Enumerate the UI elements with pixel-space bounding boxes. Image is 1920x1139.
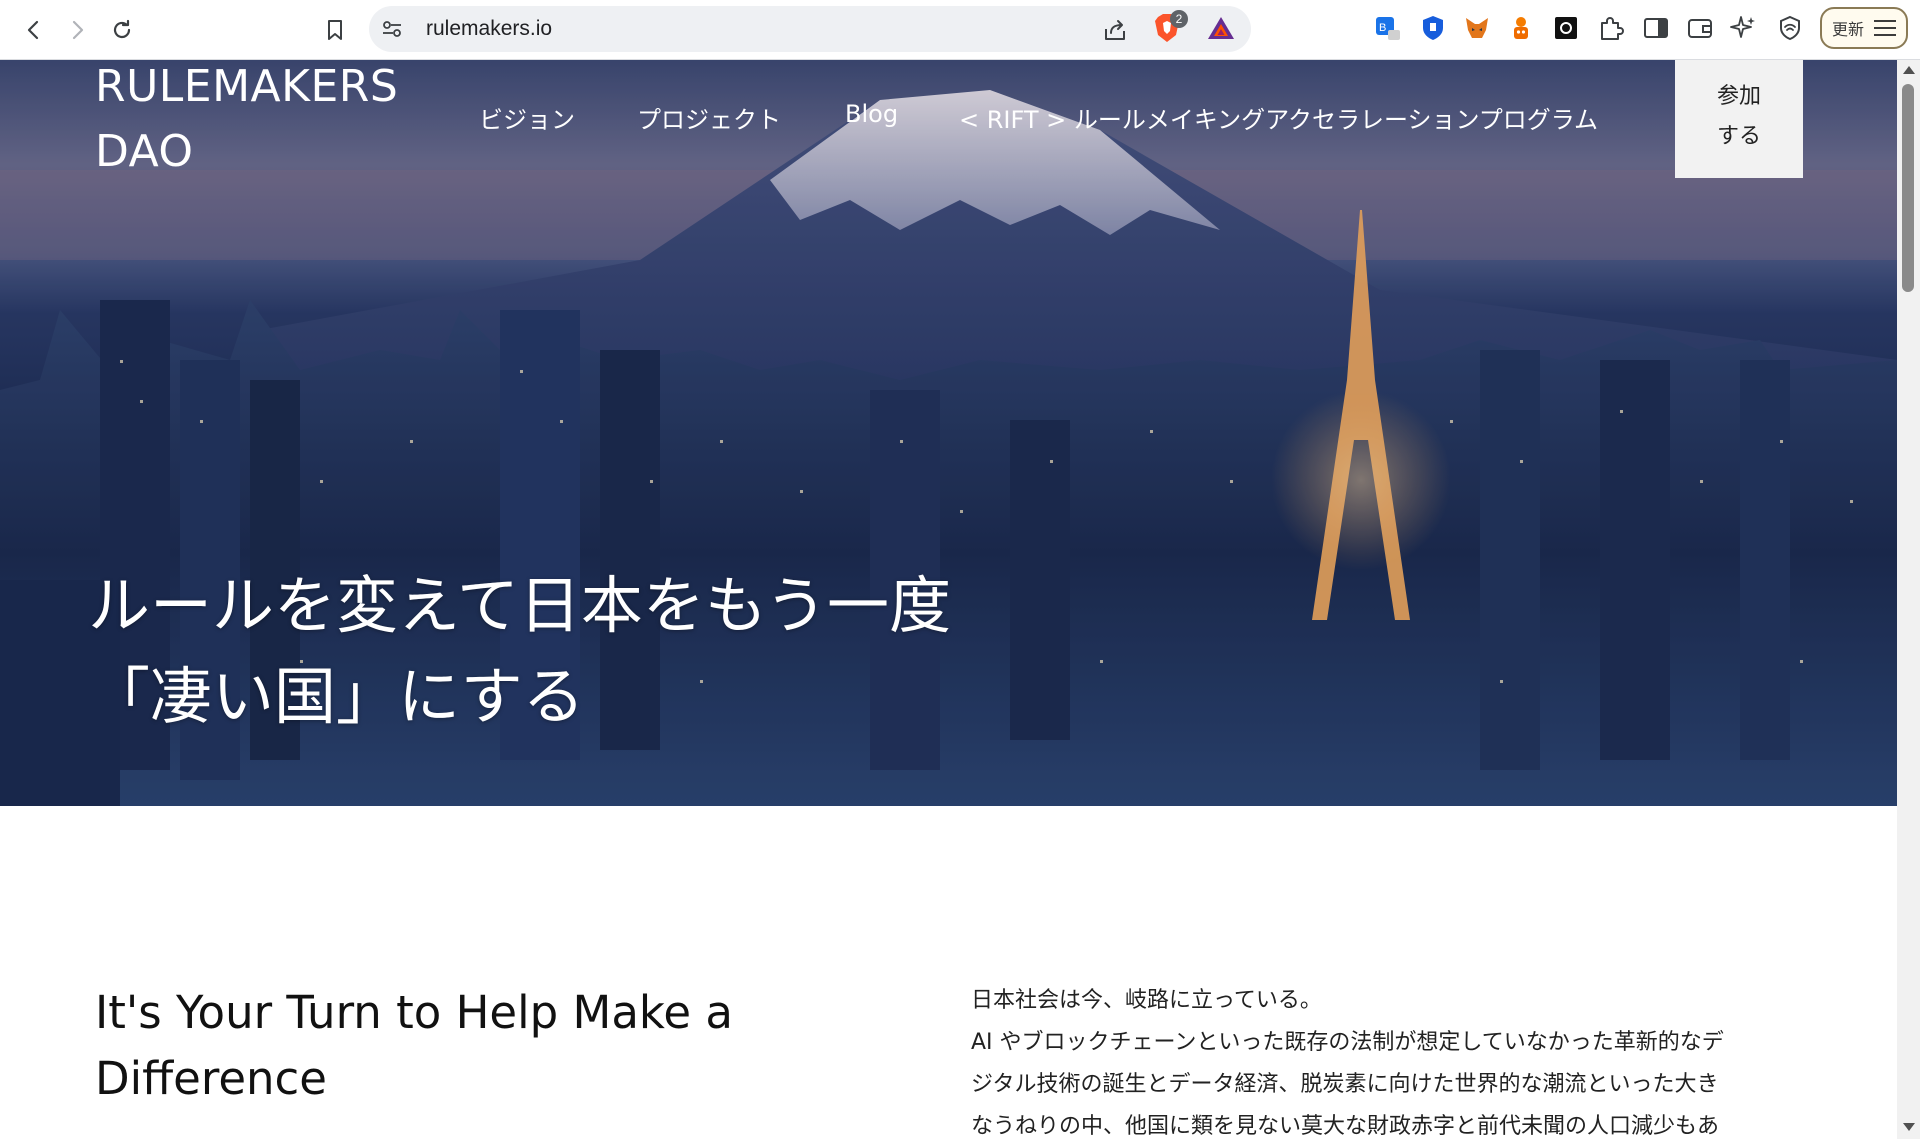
hero-title-line-2: 「凄い国」にする: [88, 660, 585, 733]
paragraph-line: 日本社会は今、岐路に立っている。: [971, 988, 1322, 1013]
puzzle-extensions-icon: [1601, 17, 1624, 40]
hero-section: RULEMAKERS DAO ビジョン プロジェクト Blog < RIFT >…: [0, 60, 1897, 806]
menu-icon: [1874, 20, 1896, 36]
hero-title: ルールを変えて日本をもう一度 「凄い国」にする: [88, 560, 951, 742]
section-heading-line-2: Difference: [95, 1052, 327, 1105]
logo-line-2: DAO: [95, 126, 194, 177]
page-scrollbar[interactable]: [1897, 60, 1920, 1139]
browser-toolbar: rulemakers.io 2 B 更新: [0, 0, 1920, 60]
ext-wallet[interactable]: [1685, 13, 1715, 43]
update-menu-button[interactable]: 更新: [1820, 7, 1908, 49]
scroll-thumb[interactable]: [1902, 84, 1914, 292]
orange-bot-icon: [1514, 17, 1528, 39]
ext-dark-square[interactable]: [1551, 13, 1581, 43]
address-bar[interactable]: rulemakers.io: [369, 6, 1251, 52]
scroll-down-arrow-icon[interactable]: [1903, 1123, 1915, 1131]
vpn-shield-icon: [1780, 15, 1800, 41]
svg-text:B: B: [1379, 22, 1386, 34]
url-text: rulemakers.io: [426, 17, 553, 40]
paragraph-line: ジタル技術の誕生とデータ経済、脱炭素に向けた世界的な潮流といった大き: [971, 1072, 1719, 1097]
shield-blue-icon: [1423, 16, 1443, 40]
brave-rewards-icon[interactable]: [1206, 15, 1236, 41]
ext-metamask[interactable]: [1462, 13, 1492, 43]
forward-arrow-icon: [72, 20, 84, 40]
ext-bitwarden-bk[interactable]: B: [1373, 13, 1403, 43]
bookmark-button[interactable]: [317, 12, 353, 48]
page-viewport: RULEMAKERS DAO ビジョン プロジェクト Blog < RIFT >…: [0, 60, 1897, 1139]
ext-vpn[interactable]: [1775, 13, 1805, 43]
ext-sidebar[interactable]: [1641, 13, 1671, 43]
bitwarden-ext-icon: B: [1376, 17, 1400, 40]
wallet-icon: [1688, 19, 1712, 38]
site-logo[interactable]: RULEMAKERS DAO: [95, 60, 398, 184]
shield-count-badge: 2: [1170, 10, 1188, 28]
ext-orange-bot[interactable]: [1506, 13, 1536, 43]
join-button[interactable]: 参加 する: [1675, 60, 1803, 178]
dark-square-icon: [1555, 17, 1577, 39]
leo-ai-icon: [1730, 16, 1755, 38]
section-heading: It's Your Turn to Help Make a Difference: [95, 980, 835, 1112]
update-label: 更新: [1832, 20, 1865, 39]
site-settings-icon[interactable]: [381, 18, 403, 40]
section-heading-line-1: It's Your Turn to Help Make a: [95, 986, 733, 1039]
ext-puzzle[interactable]: [1596, 13, 1626, 43]
sidebar-icon: [1644, 18, 1668, 38]
nav-link-rift[interactable]: < RIFT > ルールメイキングアクセラレーションプログラム: [959, 100, 1598, 135]
forward-button[interactable]: [59, 12, 95, 48]
reload-button[interactable]: [104, 12, 140, 48]
ext-leo[interactable]: [1729, 13, 1759, 43]
logo-line-1: RULEMAKERS: [95, 61, 399, 112]
share-icon[interactable]: [1102, 17, 1128, 43]
paragraph-line: なうねりの中、他国に類を見ない莫大な財政赤字と前代未聞の人口減少もあ: [971, 1114, 1720, 1139]
ext-shield[interactable]: [1418, 13, 1448, 43]
nav-link-blog[interactable]: Blog: [845, 100, 898, 128]
reload-icon: [113, 19, 131, 39]
back-button[interactable]: [16, 12, 52, 48]
nav-link-projects[interactable]: プロジェクト: [637, 100, 781, 135]
bookmark-icon: [328, 20, 342, 40]
hero-title-line-1: ルールを変えて日本をもう一度: [88, 569, 952, 642]
join-label-line-2: する: [1716, 124, 1761, 149]
intro-paragraph: 日本社会は今、岐路に立っている。 AI やブロックチェーンといった既存の法制が想…: [971, 980, 1803, 1139]
nav-link-vision[interactable]: ビジョン: [479, 100, 575, 135]
back-arrow-icon: [27, 20, 39, 40]
paragraph-line: AI やブロックチェーンといった既存の法制が想定していなかった革新的なデ: [971, 1030, 1724, 1055]
join-label-line-1: 参加: [1716, 84, 1761, 109]
scroll-up-arrow-icon[interactable]: [1903, 66, 1915, 74]
metamask-fox-icon: [1466, 18, 1488, 38]
